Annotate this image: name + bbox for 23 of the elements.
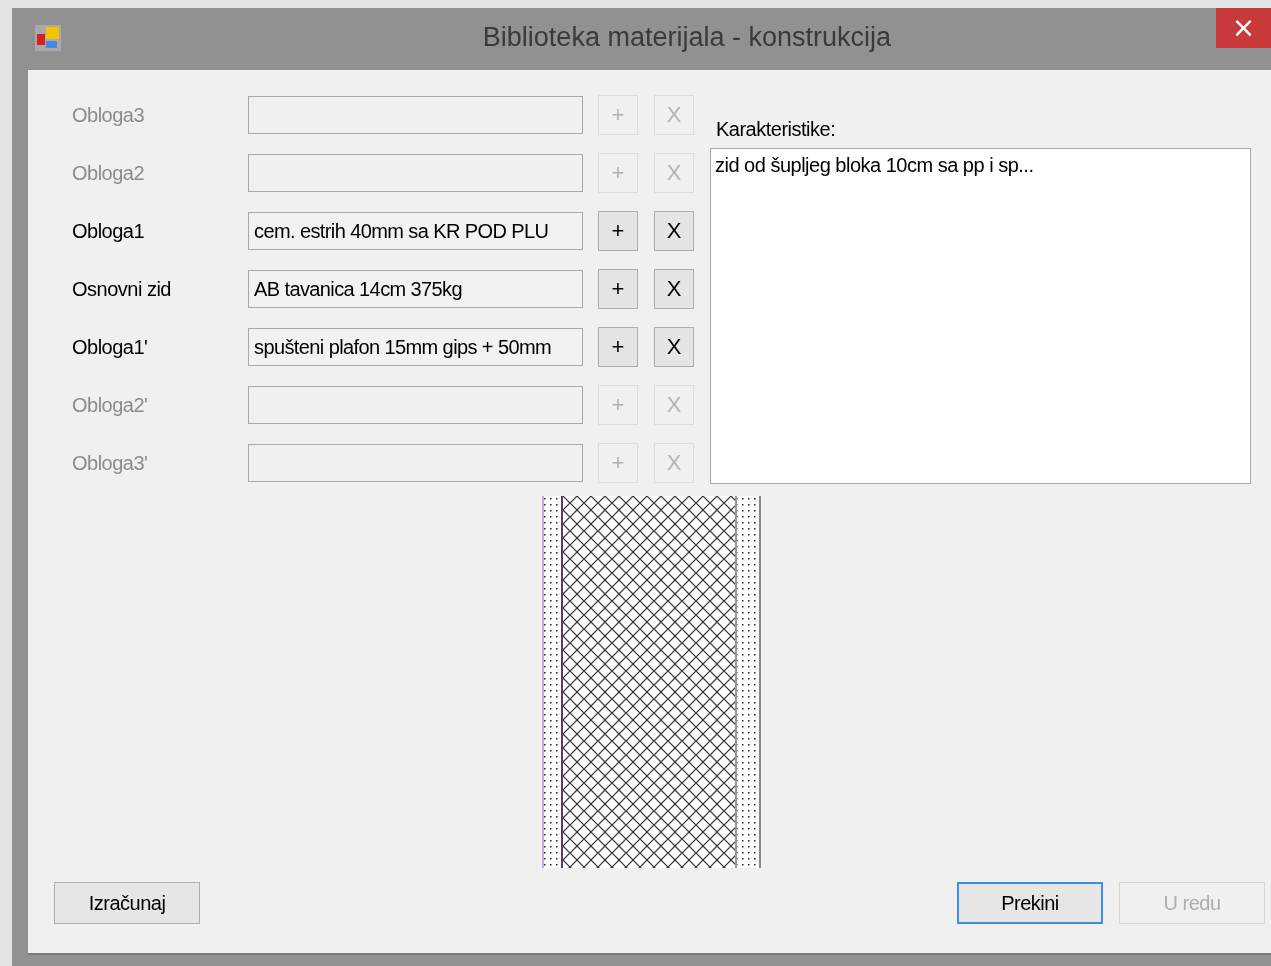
- add-button[interactable]: +: [598, 269, 638, 309]
- close-button[interactable]: ×: [1216, 8, 1271, 48]
- layer-field[interactable]: AB tavanica 14cm 375kg: [248, 270, 583, 308]
- layer-label: Obloga2': [72, 393, 149, 417]
- app-icon: [34, 24, 62, 52]
- add-button[interactable]: +: [598, 327, 638, 367]
- remove-button[interactable]: X: [654, 211, 694, 251]
- calculate-button[interactable]: Izračunaj: [54, 882, 200, 924]
- characteristics-label: Karakteristike:: [716, 118, 837, 142]
- layer-label: Obloga3: [72, 103, 146, 127]
- remove-button[interactable]: X: [654, 327, 694, 367]
- layer-label: Obloga1: [72, 219, 146, 243]
- remove-button[interactable]: X: [654, 269, 694, 309]
- layer-label: Osnovni zid: [72, 277, 172, 301]
- layer-label: Obloga3': [72, 451, 149, 475]
- cancel-button[interactable]: Prekini: [957, 882, 1103, 924]
- layer-label: Obloga1': [72, 335, 149, 359]
- layer-field[interactable]: cem. estrih 40mm sa KR POD PLU: [248, 212, 583, 250]
- add-button[interactable]: +: [598, 211, 638, 251]
- characteristics-field[interactable]: zid od šupljeg bloka 10cm sa pp i sp...: [710, 148, 1251, 484]
- layer-label: Obloga2: [72, 161, 146, 185]
- layer-field[interactable]: spušteni plafon 15mm gips + 50mm: [248, 328, 583, 366]
- window-title: Biblioteka materijala - konstrukcija: [482, 22, 891, 53]
